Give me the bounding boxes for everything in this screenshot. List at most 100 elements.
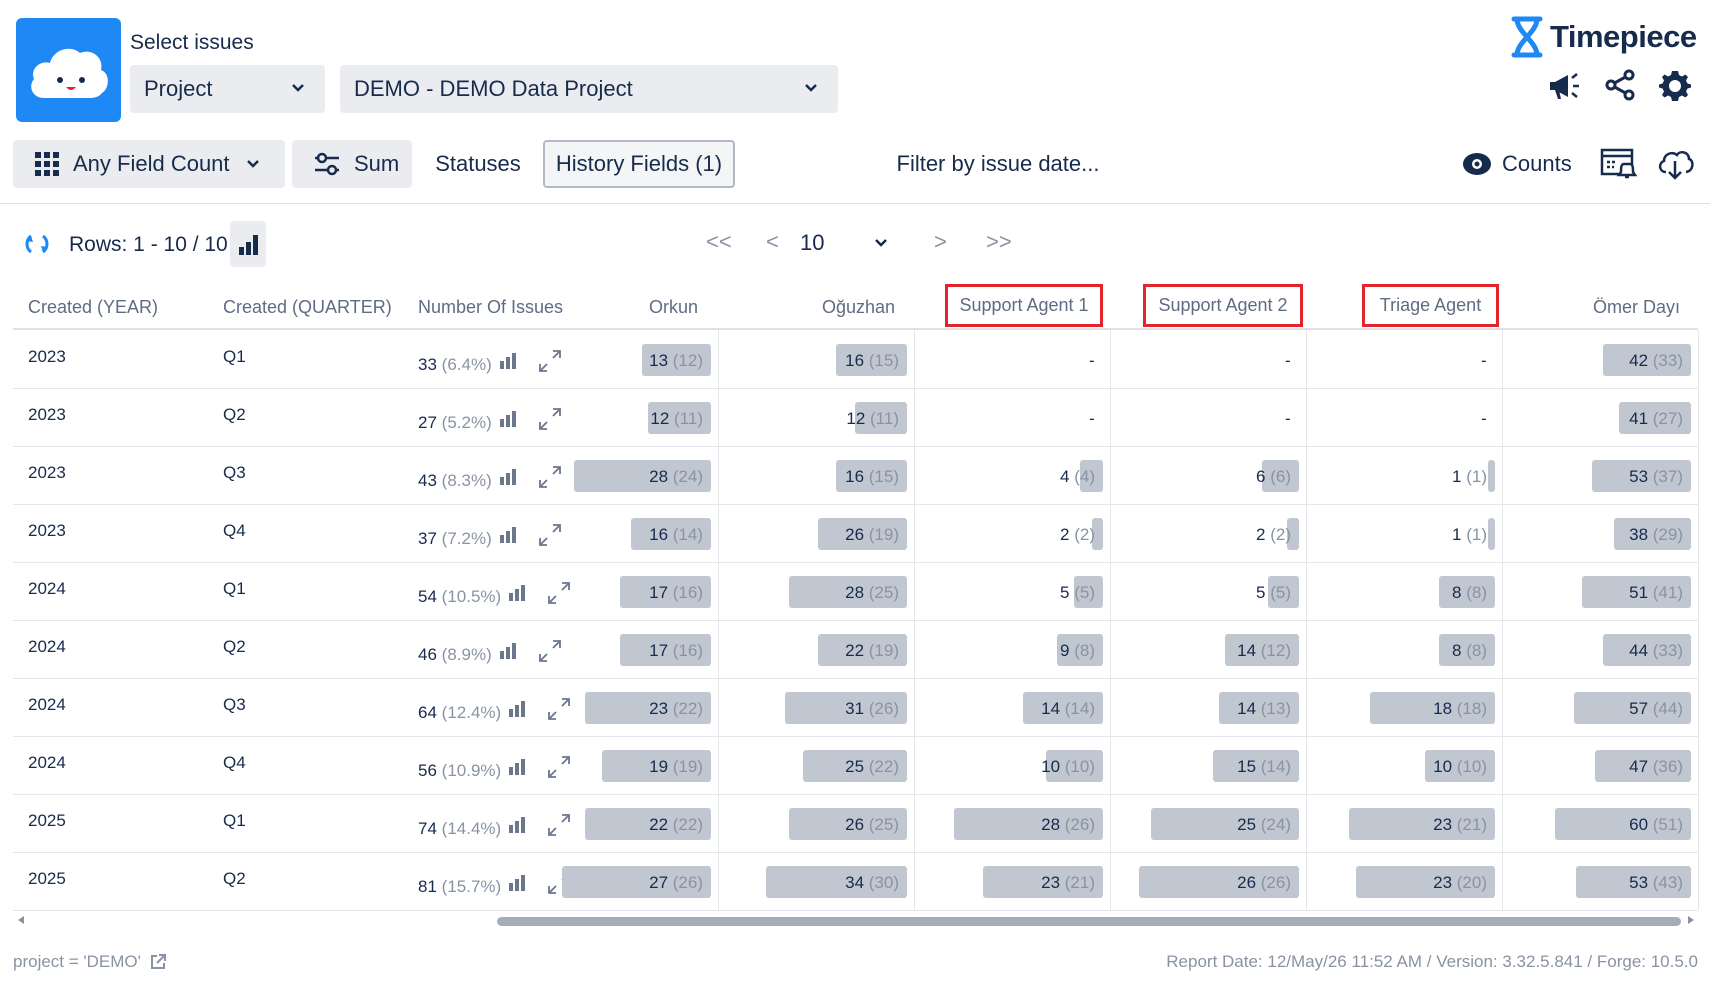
cell-value[interactable]: 23 (22) [541, 692, 711, 724]
cell-value[interactable]: 13 (12) [541, 344, 711, 376]
cell-value[interactable]: 22 (22) [541, 808, 711, 840]
cell-value[interactable]: 5 (5) [933, 576, 1103, 608]
cell-value[interactable]: 19 (19) [541, 750, 711, 782]
report-alert-icon[interactable] [1600, 146, 1638, 182]
cell-value[interactable]: 25 (22) [737, 750, 907, 782]
gear-icon[interactable] [1658, 68, 1692, 102]
cell-value[interactable]: 18 (18) [1325, 692, 1495, 724]
col-header-triage-agent[interactable]: Triage Agent [1362, 284, 1499, 327]
project-select-dropdown[interactable]: DEMO - DEMO Data Project [340, 65, 838, 113]
mini-chart-icon[interactable] [498, 523, 520, 545]
cell-value[interactable]: 4 (4) [933, 460, 1103, 492]
cell-issue-count[interactable]: 27 (5.2%) [418, 413, 492, 433]
jql-query-link[interactable]: project = 'DEMO' [13, 952, 167, 972]
sum-button[interactable]: Sum [292, 140, 412, 188]
col-header-omer-dayi[interactable]: Ömer Dayı [1550, 297, 1680, 318]
cell-value[interactable]: 34 (30) [737, 866, 907, 898]
cell-value[interactable]: 31 (26) [737, 692, 907, 724]
cloud-download-icon[interactable] [1656, 146, 1694, 182]
scroll-left-arrow[interactable] [15, 913, 27, 927]
statuses-button[interactable]: Statuses [422, 140, 534, 188]
first-page-button[interactable]: << [706, 229, 732, 255]
cell-value[interactable]: 8 (8) [1325, 576, 1495, 608]
cell-value[interactable]: 25 (24) [1129, 808, 1299, 840]
mini-chart-icon[interactable] [507, 755, 529, 777]
cell-value[interactable]: 6 (6) [1129, 460, 1299, 492]
cell-value[interactable]: 17 (16) [541, 634, 711, 666]
cell-issue-count[interactable]: 33 (6.4%) [418, 355, 492, 375]
project-type-dropdown[interactable]: Project [130, 65, 325, 113]
cell-issue-count[interactable]: 54 (10.5%) [418, 587, 501, 607]
history-fields-button[interactable]: History Fields (1) [543, 140, 735, 188]
col-header-number-of-issues[interactable]: Number Of Issues [418, 297, 563, 318]
cell-value[interactable]: 14 (12) [1129, 634, 1299, 666]
cell-value[interactable]: 12 (11) [737, 402, 907, 434]
cell-value[interactable]: 47 (36) [1521, 750, 1691, 782]
counts-toggle[interactable]: Counts [1462, 140, 1582, 188]
cell-value[interactable]: 14 (14) [933, 692, 1103, 724]
scroll-right-arrow[interactable] [1685, 913, 1697, 927]
mini-chart-icon[interactable] [507, 813, 529, 835]
cell-issue-count[interactable]: 46 (8.9%) [418, 645, 492, 665]
cell-value[interactable]: 57 (44) [1521, 692, 1691, 724]
cell-value[interactable]: 53 (37) [1521, 460, 1691, 492]
cell-issue-count[interactable]: 37 (7.2%) [418, 529, 492, 549]
cell-value[interactable]: 16 (15) [737, 460, 907, 492]
cell-value[interactable]: 12 (11) [541, 402, 711, 434]
cell-issue-count[interactable]: 43 (8.3%) [418, 471, 492, 491]
chevron-down-icon[interactable] [872, 234, 890, 252]
prev-page-button[interactable]: < [766, 229, 779, 255]
filter-by-date-button[interactable]: Filter by issue date... [878, 140, 1118, 188]
cell-issue-count[interactable]: 56 (10.9%) [418, 761, 501, 781]
cell-value[interactable]: 60 (51) [1521, 808, 1691, 840]
mini-chart-icon[interactable] [507, 581, 529, 603]
cell-value[interactable]: 53 (43) [1521, 866, 1691, 898]
cell-value[interactable]: 16 (15) [737, 344, 907, 376]
col-header-orkun[interactable]: Orkun [600, 297, 698, 318]
next-page-button[interactable]: > [934, 229, 947, 255]
mini-chart-icon[interactable] [507, 871, 529, 893]
cell-value[interactable]: 51 (41) [1521, 576, 1691, 608]
col-header-created-quarter[interactable]: Created (QUARTER) [223, 297, 392, 318]
chart-toggle-button[interactable] [230, 221, 266, 267]
mini-chart-icon[interactable] [507, 697, 529, 719]
cell-issue-count[interactable]: 74 (14.4%) [418, 819, 501, 839]
cell-value[interactable]: 28 (26) [933, 808, 1103, 840]
cell-value[interactable]: 27 (26) [541, 866, 711, 898]
cell-value[interactable]: 1 (1) [1325, 518, 1495, 550]
cell-issue-count[interactable]: 81 (15.7%) [418, 877, 501, 897]
cell-value[interactable]: 16 (14) [541, 518, 711, 550]
any-field-count-button[interactable]: Any Field Count [13, 140, 285, 188]
col-header-support-agent-1[interactable]: Support Agent 1 [945, 284, 1103, 327]
cell-value[interactable]: 8 (8) [1325, 634, 1495, 666]
cell-value[interactable]: 26 (19) [737, 518, 907, 550]
cell-value[interactable]: 5 (5) [1129, 576, 1299, 608]
megaphone-icon[interactable] [1546, 68, 1580, 102]
cell-value[interactable]: 14 (13) [1129, 692, 1299, 724]
cell-value[interactable]: 10 (10) [1325, 750, 1495, 782]
cell-value[interactable]: 42 (33) [1521, 344, 1691, 376]
cell-value[interactable]: 26 (26) [1129, 866, 1299, 898]
cell-value[interactable]: 44 (33) [1521, 634, 1691, 666]
cell-value[interactable]: 15 (14) [1129, 750, 1299, 782]
refresh-icon[interactable] [22, 229, 52, 259]
cell-value[interactable]: 1 (1) [1325, 460, 1495, 492]
cell-value[interactable]: 23 (20) [1325, 866, 1495, 898]
mini-chart-icon[interactable] [498, 639, 520, 661]
col-header-oguzhan[interactable]: Oğuzhan [780, 297, 895, 318]
cell-value[interactable]: 41 (27) [1521, 402, 1691, 434]
cell-value[interactable]: 9 (8) [933, 634, 1103, 666]
cell-issue-count[interactable]: 64 (12.4%) [418, 703, 501, 723]
cell-value[interactable]: 22 (19) [737, 634, 907, 666]
share-icon[interactable] [1603, 68, 1637, 102]
page-size-value[interactable]: 10 [800, 230, 824, 256]
horizontal-scrollbar-thumb[interactable] [497, 917, 1681, 926]
cell-value[interactable]: 38 (29) [1521, 518, 1691, 550]
mini-chart-icon[interactable] [498, 465, 520, 487]
cell-value[interactable]: 17 (16) [541, 576, 711, 608]
last-page-button[interactable]: >> [986, 229, 1012, 255]
cell-value[interactable]: 23 (21) [933, 866, 1103, 898]
cell-value[interactable]: 28 (25) [737, 576, 907, 608]
col-header-support-agent-2[interactable]: Support Agent 2 [1143, 284, 1303, 327]
cell-value[interactable]: 28 (24) [541, 460, 711, 492]
